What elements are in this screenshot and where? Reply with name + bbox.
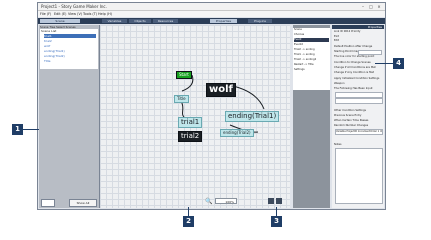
menu-view[interactable]: View (V) <box>68 12 82 16</box>
tree-item-title[interactable]: Title <box>44 59 50 63</box>
node-trial1[interactable]: trial1 <box>178 117 203 128</box>
callout-3-line <box>276 207 277 216</box>
inspector-field[interactable]: Random Number Changes <box>334 124 368 128</box>
link-list-item[interactable]: Trial2 -> ending <box>294 48 315 52</box>
node-start[interactable]: Start <box>176 71 192 79</box>
tab-scene[interactable]: Scene <box>40 19 80 23</box>
menu-help[interactable]: Help (H) <box>98 12 112 16</box>
close-button[interactable]: × <box>376 4 382 9</box>
scene-tree: Scene List trial1 trial2 wolf ending(Tri… <box>40 29 98 69</box>
tree-item-wolf[interactable]: wolf <box>44 44 50 48</box>
menu-edit[interactable]: Edit (E) <box>54 12 66 16</box>
link-list-item[interactable]: Scene <box>294 28 302 32</box>
inspector-field: The Following Has Been Input <box>334 87 373 90</box>
inspector-field[interactable]: Other Condition Settings <box>334 109 366 113</box>
link-list-item[interactable]: Settings <box>294 68 305 72</box>
menu-tools[interactable]: Tools (T) <box>83 12 97 16</box>
inspector-field: Notes <box>334 143 342 146</box>
inspector-field: The line color for starting point <box>334 55 375 58</box>
title-bar: Project1 - Story Game Maker Inc. – □ × <box>38 3 385 11</box>
maximize-button[interactable]: □ <box>368 4 374 9</box>
notes-textarea[interactable] <box>335 148 383 204</box>
condition-input-2[interactable] <box>335 98 383 104</box>
tab-bar: Scene Variables Objects Resources Proper… <box>38 18 385 24</box>
inspector-field: Link ID 0012 Priority <box>334 30 361 33</box>
preview-thumbnail[interactable] <box>41 199 55 207</box>
tab-objects[interactable]: Objects <box>129 19 151 23</box>
scene-tree-panel: Scene Tree Select Scenes Scene List tria… <box>39 25 100 208</box>
node-title[interactable]: Title <box>174 95 189 103</box>
scene-flow-canvas[interactable]: Start Title wolf trial1 trial2 ending(Tr… <box>100 25 290 208</box>
tree-item-ending-trial2[interactable]: ending(Trial2) <box>44 54 65 58</box>
link-list-item[interactable]: Trial2 -> ending2 <box>294 58 316 62</box>
tree-item-trial1[interactable]: trial1 <box>44 34 96 38</box>
callout-2: 2 <box>183 216 194 227</box>
inspector-field[interactable]: Apply Initialized Condition Settings <box>334 77 379 81</box>
menu-bar: File (F) Edit (E) View (V) Tools (T) Hel… <box>38 11 385 17</box>
app-window: Project1 - Story Game Maker Inc. – □ × F… <box>37 2 386 210</box>
inspector-field[interactable]: Starting Point Image <box>334 50 361 54</box>
inspector-field[interactable]: Default Position After Change <box>334 45 372 49</box>
inspector-field[interactable]: Change if Any Condition is Met <box>334 71 374 75</box>
node-ending-trial1[interactable]: ending(Trial1) <box>225 111 280 122</box>
tree-item-ending-trial1[interactable]: ending(Trial1) <box>44 49 65 53</box>
callout-1: 1 <box>12 124 23 135</box>
show-all-button[interactable]: Show All <box>69 199 97 207</box>
inspector-panel: Properties Link ID 0012 Priority Exit Ed… <box>332 25 384 208</box>
menu-file[interactable]: File (F) <box>40 12 51 16</box>
link-list-item[interactable]: Trial1 -> ending <box>294 53 315 57</box>
link-list-item[interactable]: Event <box>294 38 329 42</box>
link-list-panel: Scene Choices Event Event2 Trial2 -> end… <box>293 25 330 208</box>
callout-4-line <box>375 63 393 64</box>
inspector-field[interactable]: When Certain Time Passes <box>334 119 368 123</box>
tree-item-trial2[interactable]: trial2 <box>44 39 52 43</box>
window-title: Project1 - Story Game Maker Inc. <box>41 4 107 9</box>
inspector-field[interactable]: Condition to Change Scenes <box>334 61 371 65</box>
link-list-item[interactable]: Event2 <box>294 43 303 47</box>
inspector-field[interactable]: Change if All Conditions are Met <box>334 66 376 70</box>
zoom-icon[interactable]: 🔍 <box>205 198 212 205</box>
link-list-item[interactable]: Restart -> Title <box>294 63 314 67</box>
callout-1-line <box>23 129 39 130</box>
tab-variables[interactable]: Variables <box>102 19 127 23</box>
callout-3: 3 <box>271 216 282 227</box>
link-list-item[interactable]: Choices <box>294 33 304 37</box>
node-wolf[interactable]: wolf <box>206 83 236 97</box>
inspector-field[interactable]: Edit <box>334 39 339 43</box>
inspector-header: Properties <box>332 25 384 29</box>
tab-resources[interactable]: Resources <box>153 19 178 23</box>
inspector-field[interactable]: Previous Scene Entry <box>334 114 361 118</box>
link-list: Scene Choices Event Event2 Trial2 -> end… <box>293 28 330 90</box>
variable-condition-field[interactable]: Variable ProjectID IncrementOrder 1 Valu… <box>335 129 383 135</box>
node-ending-trial2[interactable]: ending(Trial2) <box>220 129 254 137</box>
list-view-icon[interactable] <box>268 198 274 204</box>
zoom-field[interactable]: 100% <box>215 198 237 204</box>
grid-view-icon[interactable] <box>276 198 282 204</box>
inspector-field: Weapon <box>334 82 345 85</box>
callout-2-line <box>188 207 189 216</box>
tree-item-root[interactable]: Scene List <box>41 29 56 33</box>
tab-plugins[interactable]: Plug-ins <box>248 19 272 23</box>
tab-properties[interactable]: Properties <box>210 19 237 23</box>
minimize-button[interactable]: – <box>360 4 366 9</box>
callout-4: 4 <box>393 58 404 69</box>
node-trial2[interactable]: trial2 <box>178 131 203 142</box>
